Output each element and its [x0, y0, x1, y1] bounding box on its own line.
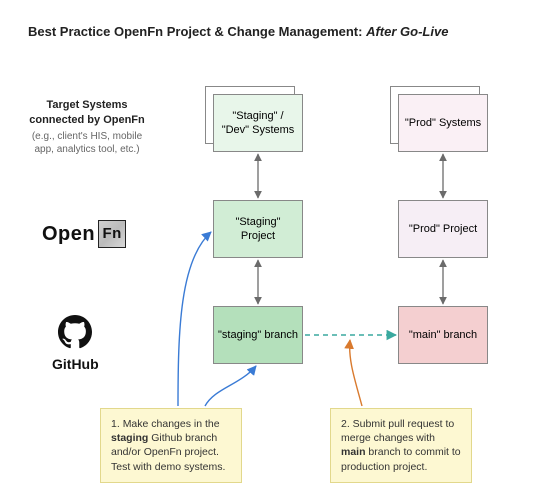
staging-systems-box: "Staging" / "Dev" Systems — [213, 94, 303, 152]
github-text: GitHub — [52, 356, 99, 372]
github-logo: GitHub — [52, 315, 99, 372]
arrow-note1-to-branch — [205, 366, 256, 406]
staging-systems-label: "Staging" / "Dev" Systems — [218, 109, 298, 138]
row-label-sub: (e.g., client's HIS, mobile app, analyti… — [22, 130, 152, 157]
staging-project-label: "Staging" Project — [218, 215, 298, 244]
note1-a: Make changes in the — [123, 418, 220, 430]
note1-bold: staging — [111, 432, 148, 444]
row-label-target-systems: Target Systems connected by OpenFn (e.g.… — [22, 98, 152, 157]
openfn-badge: Fn — [98, 220, 126, 248]
title-prefix: Best Practice OpenFn Project & Change Ma… — [28, 24, 366, 39]
openfn-text: Open — [42, 223, 95, 246]
openfn-logo: Open Fn — [42, 220, 126, 248]
prod-systems-label: "Prod" Systems — [405, 116, 481, 130]
note-step-2: 2. Submit pull request to merge changes … — [330, 408, 472, 483]
note-step-1: 1. Make changes in the staging Github br… — [100, 408, 242, 483]
arrow-note1-to-project — [178, 232, 211, 406]
staging-project-box: "Staging" Project — [213, 200, 303, 258]
main-branch-label: "main" branch — [409, 328, 477, 342]
page-title: Best Practice OpenFn Project & Change Ma… — [28, 24, 448, 39]
staging-branch-box: "staging" branch — [213, 306, 303, 364]
github-icon — [58, 315, 92, 354]
main-branch-box: "main" branch — [398, 306, 488, 364]
title-suffix: After Go-Live — [366, 24, 448, 39]
note2-num: 2. — [341, 418, 350, 430]
arrow-note2-to-pr — [350, 340, 362, 406]
prod-project-box: "Prod" Project — [398, 200, 488, 258]
note2-bold: main — [341, 446, 366, 458]
staging-branch-label: "staging" branch — [218, 328, 298, 342]
note1-num: 1. — [111, 418, 120, 430]
row-label-bold: Target Systems connected by OpenFn — [29, 99, 145, 126]
prod-systems-box: "Prod" Systems — [398, 94, 488, 152]
prod-project-label: "Prod" Project — [409, 222, 477, 236]
note2-a: Submit pull request to merge changes wit… — [341, 418, 454, 444]
